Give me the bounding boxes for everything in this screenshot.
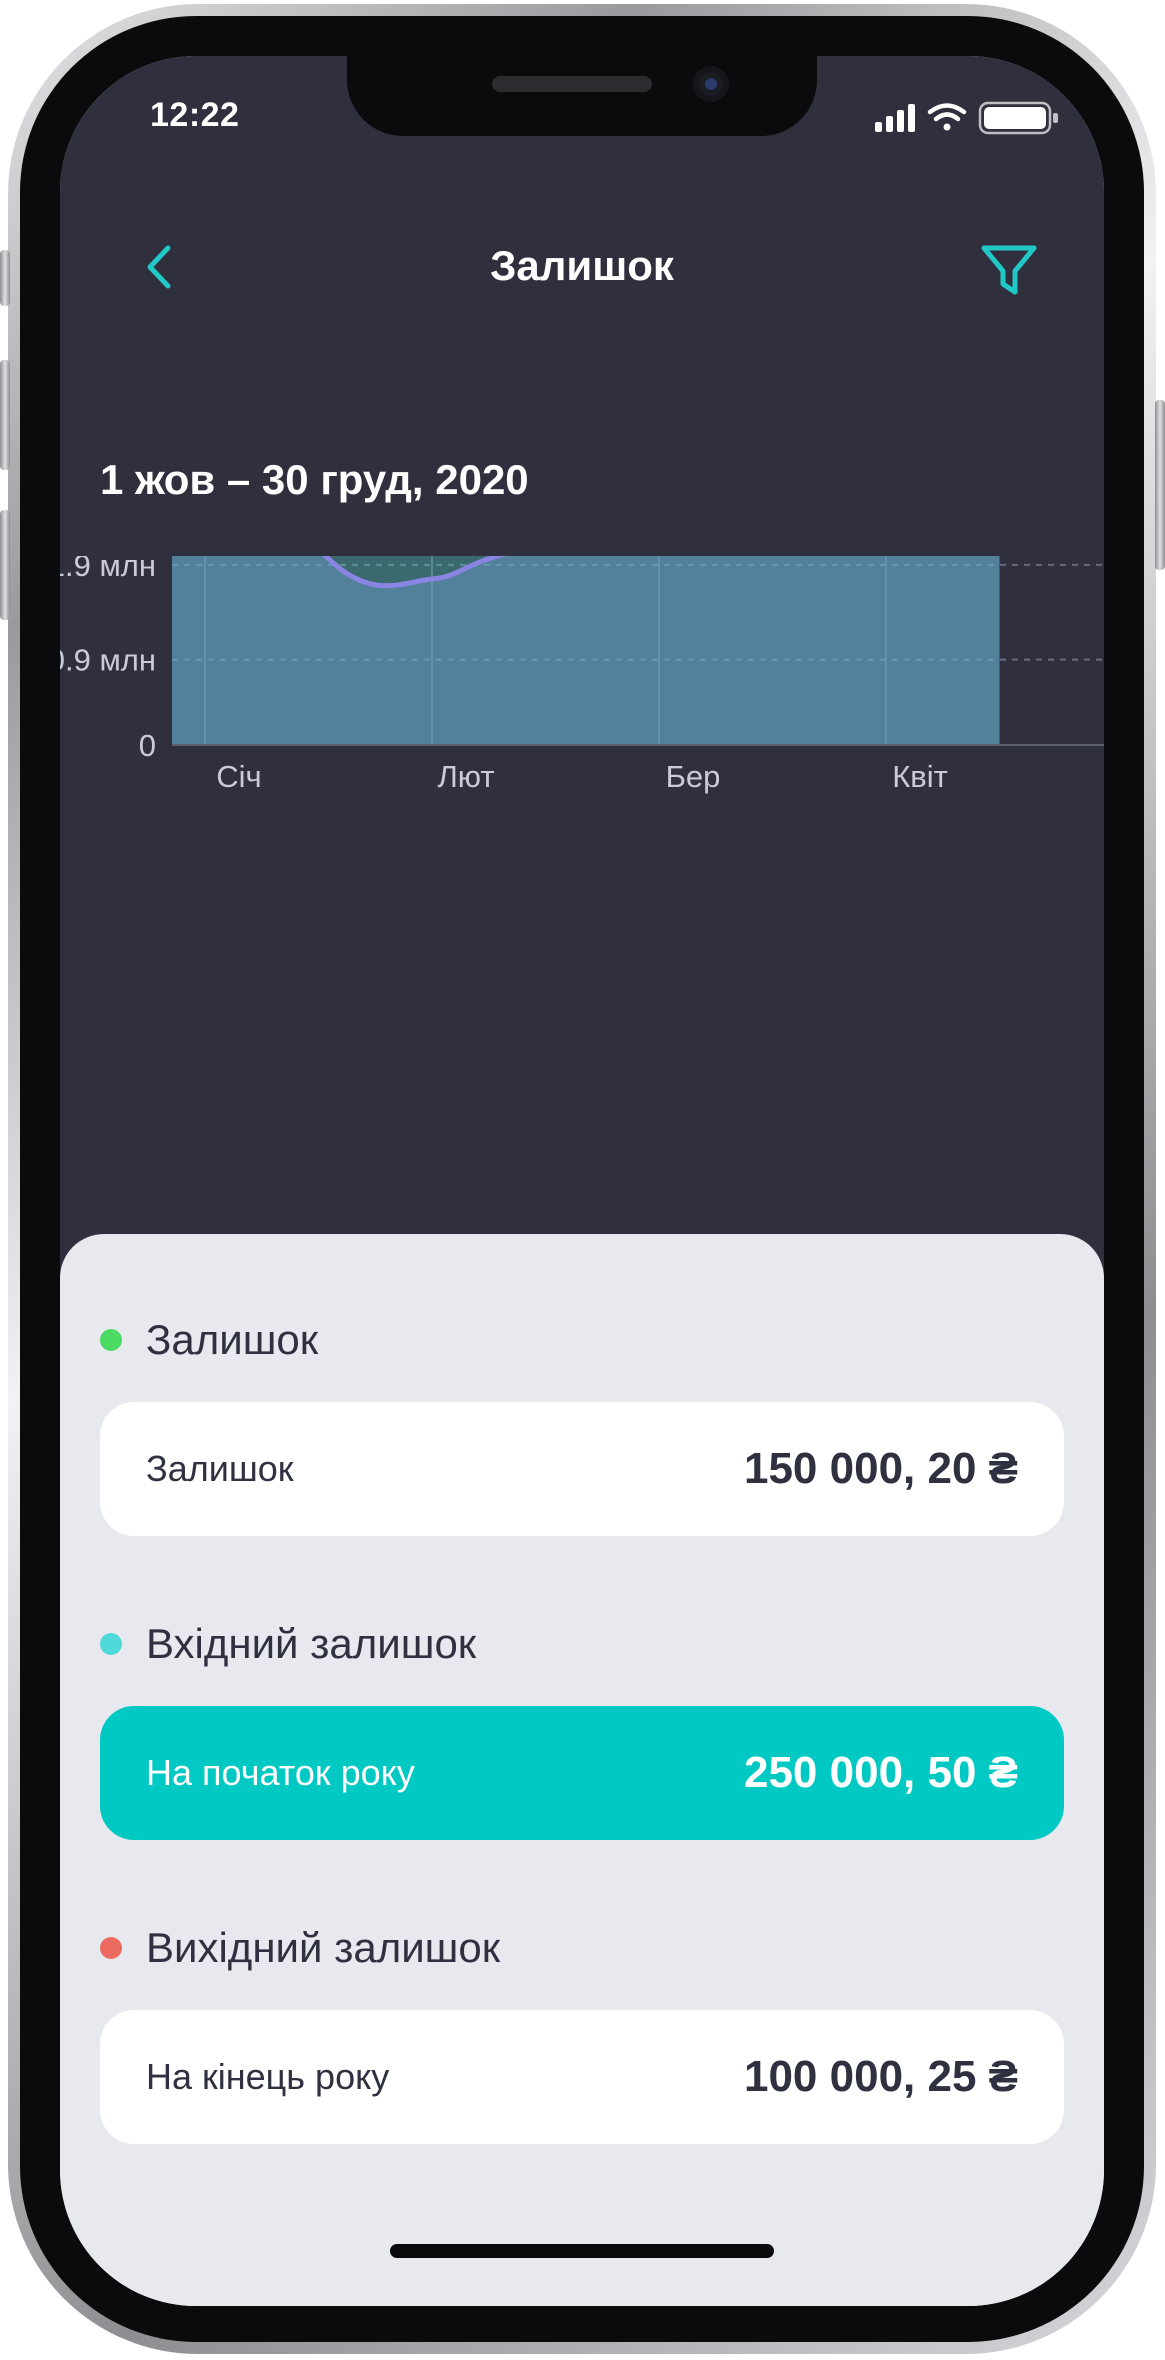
series-area: [172, 556, 1000, 745]
volume-down-button: [0, 510, 10, 620]
phone-screen: 12:22 Залишок 1 жов – 30 груд, 2020 0 .9…: [60, 56, 1104, 2306]
y-tick-label: 0: [139, 728, 156, 763]
balance-chart: 00.9 млн1.9 млн2.9 млнСічЛютБерКвіт: [60, 556, 1104, 794]
speaker-grille: [492, 76, 652, 92]
section-opening-balance-title: Вхідний залишок: [146, 1620, 477, 1667]
notch: [347, 56, 817, 136]
section-closing-balance-title: Вихідний залишок: [146, 1924, 501, 1971]
section-opening-balance-header: Вхідний залишок: [100, 1614, 476, 1674]
date-range[interactable]: 1 жов – 30 груд, 2020: [100, 452, 529, 508]
card-value: 250 000, 50 ₴: [743, 1748, 1018, 1797]
page-title: Залишок: [490, 242, 674, 289]
front-camera: [693, 66, 729, 102]
y-tick-label: 0.9 млн: [60, 643, 156, 678]
filter-funnel-icon: [981, 245, 1037, 295]
volume-up-button: [0, 360, 10, 470]
closing-balance-card[interactable]: На кінець року 100 000, 25 ₴: [100, 2010, 1064, 2144]
card-label: Залишок: [146, 1448, 294, 1489]
wifi-icon: [927, 103, 967, 131]
section-closing-balance-header: Вихідний залишок: [100, 1918, 500, 1978]
y-tick-label: 1.9 млн: [60, 556, 156, 583]
section-balance-title: Залишок: [146, 1316, 319, 1363]
silent-switch: [0, 250, 10, 306]
opening-balance-card[interactable]: На початок року 250 000, 50 ₴: [100, 1706, 1064, 1840]
balance-card[interactable]: Залишок 150 000, 20 ₴: [100, 1402, 1064, 1536]
legend-dot: [100, 1633, 122, 1655]
x-tick-label: Лют: [437, 759, 494, 794]
power-button: [1155, 400, 1165, 570]
x-tick-label: Бер: [666, 759, 721, 794]
card-value: 100 000, 25 ₴: [743, 2052, 1018, 2101]
status-time: 12:22: [150, 96, 240, 134]
card-label: На початок року: [146, 1752, 415, 1793]
section-balance-header: Залишок: [100, 1310, 318, 1370]
card-value: 150 000, 20 ₴: [743, 1444, 1018, 1493]
battery-icon: [978, 101, 1058, 135]
x-tick-label: Січ: [216, 759, 261, 794]
legend-dot: [100, 1937, 122, 1959]
status-icons: [875, 101, 1058, 135]
home-indicator[interactable]: [390, 2244, 774, 2258]
cellular-signal-icon: [875, 104, 915, 132]
x-tick-label: Квіт: [892, 759, 948, 794]
filter-button[interactable]: [972, 232, 1046, 306]
card-label: На кінець року: [146, 2056, 390, 2097]
legend-dot: [100, 1329, 122, 1351]
